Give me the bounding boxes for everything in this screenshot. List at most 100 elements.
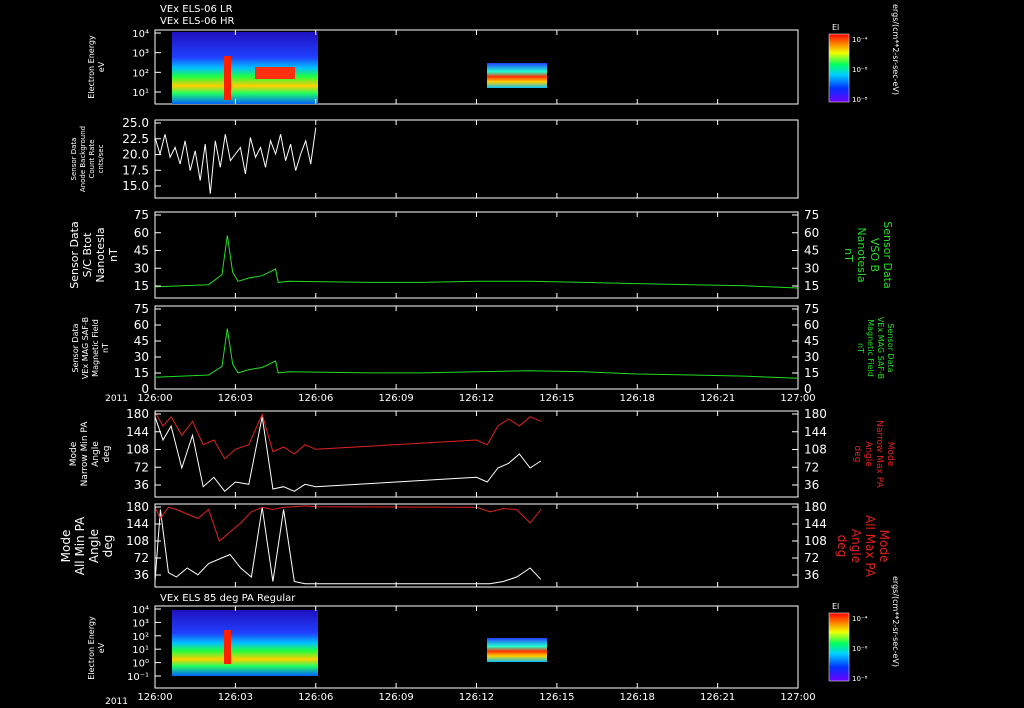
time-tick-label-1-9: 127:00 bbox=[780, 393, 815, 404]
time-tick-label-1-7: 126:18 bbox=[620, 393, 655, 404]
colorbar-top-title: El bbox=[832, 23, 839, 32]
p3-ytick-right-1: 75 bbox=[804, 208, 819, 222]
p5-ytick-4: 72 bbox=[134, 460, 149, 474]
p7-ytick-1: 10⁴ bbox=[132, 605, 149, 616]
spectrogram-1-block-a bbox=[172, 32, 318, 104]
panel-5-frame bbox=[154, 410, 799, 498]
panel-4-ylabel: Sensor Data VEx MAG SAF-B Magnetic Field… bbox=[71, 317, 110, 379]
p7-ytick-3: 10² bbox=[132, 632, 149, 643]
time-tick-label-1-4: 126:09 bbox=[379, 393, 414, 404]
panel-6-ylabel-line4: deg bbox=[101, 535, 115, 558]
p3-ytick-1: 75 bbox=[134, 208, 149, 222]
panel-5-right-ylabel-line2: Narrow Max PA bbox=[874, 420, 884, 488]
header-line2: VEx ELS-06 HR bbox=[160, 16, 235, 27]
p1-ytick-2: 10³ bbox=[132, 49, 149, 60]
panel-7-ylabel-line2: eV bbox=[97, 642, 106, 653]
panel-7-ylabel-line1: Electron Energy bbox=[87, 616, 96, 680]
panel-2-ylabel-line2: Anode Background bbox=[79, 126, 87, 192]
colorbar-bottom-units: ergs/(cm**2-sr-sec-eV) bbox=[891, 576, 900, 667]
header-line1: VEx ELS-06 LR bbox=[160, 4, 233, 15]
spectrogram-7-block-b bbox=[487, 638, 547, 662]
panel-4-right-ylabel-line1: Sensor Data bbox=[886, 323, 895, 372]
panel-2-ylabel: Sensor Data Anode Background Count Rate … bbox=[70, 126, 105, 192]
p6-ytick-4: 72 bbox=[134, 551, 149, 565]
time-tick-label-1-2: 126:03 bbox=[218, 393, 253, 404]
time-tick-label-2-4: 126:09 bbox=[379, 692, 414, 703]
panel-3-ylabel: Sensor Data S/C Btot Nanotesla nT bbox=[68, 221, 120, 288]
p1-ytick-1: 10⁴ bbox=[132, 29, 149, 40]
time-tick-label-1-1: 126:00 bbox=[137, 393, 172, 404]
spectrogram-1-band bbox=[255, 67, 295, 79]
time-tick-label-2-9: 127:00 bbox=[780, 692, 815, 703]
footer-label: VEx ELS 85 deg PA Regular bbox=[160, 593, 296, 604]
spectrogram-7-block-a bbox=[172, 610, 318, 676]
p6-ytick-right-4: 72 bbox=[804, 551, 819, 565]
p2-ytick-1: 25.0 bbox=[122, 116, 149, 130]
p6-series-1-line bbox=[154, 507, 542, 585]
panel-6-right-ylabel-line2: All Max PA bbox=[863, 515, 877, 578]
p3-ytick-right-4: 30 bbox=[804, 261, 819, 275]
p7-ytick-2: 10³ bbox=[132, 618, 149, 629]
panel-3-ylabel-line3: Nanotesla bbox=[94, 227, 107, 282]
time-tick-label-1-3: 126:06 bbox=[298, 393, 333, 404]
colorbar-top-scale bbox=[828, 33, 850, 103]
p6-ytick-right-1: 180 bbox=[804, 500, 827, 514]
colorbar-top-tick-1: 10⁻⁴ bbox=[852, 36, 868, 44]
p5-series-2-line bbox=[154, 411, 541, 460]
p4-ytick-right-2: 60 bbox=[804, 318, 819, 332]
p7-ytick-6: 10⁻¹ bbox=[127, 672, 149, 683]
p5-ytick-right-5: 36 bbox=[804, 478, 819, 492]
year-label-mid: 2011 bbox=[105, 394, 128, 404]
panel-5-right-ylabel-line3: Angle bbox=[863, 441, 873, 467]
colorbar-top-units: ergs/(cm**2-sr-sec-eV) bbox=[891, 4, 900, 95]
panel-4-right-ylabel-line3: Magnetic Field bbox=[866, 319, 875, 377]
colorbar-bottom: El 10⁻⁴ 10⁻⁶ 10⁻⁸ ergs/(cm**2-sr-sec-eV) bbox=[828, 576, 900, 683]
panel-3-ylabel-line4: nT bbox=[107, 248, 120, 262]
colorbar-bottom-tick-1: 10⁻⁴ bbox=[852, 615, 868, 623]
panel-3-right-ylabel-line1: Sensor Data bbox=[881, 221, 894, 288]
spectrogram-1 bbox=[172, 32, 547, 104]
panel-6-right-ylabel: Mode All Max PA Angle deg bbox=[835, 515, 891, 578]
time-tick-label-1-5: 126:12 bbox=[459, 393, 494, 404]
p2-series-1-line bbox=[154, 127, 317, 194]
spectrogram-1-block-b bbox=[487, 63, 547, 88]
panel-5-ylabel: Mode Narrow Min PA Angle deg bbox=[69, 421, 112, 487]
p3-ytick-2: 60 bbox=[134, 226, 149, 240]
panel-5-ylabel-line2: Narrow Min PA bbox=[80, 421, 90, 487]
panel-2-ylabel-line4: cnts/sec bbox=[97, 144, 105, 173]
colorbar-bottom-title: El bbox=[832, 602, 839, 611]
p6-ytick-1: 180 bbox=[126, 500, 149, 514]
p4-series-1-line bbox=[154, 328, 799, 379]
p3-ytick-right-5: 15 bbox=[804, 279, 819, 293]
panel-2-ylabel-line1: Sensor Data bbox=[70, 138, 78, 181]
colorbar-top-tick-3: 10⁻⁸ bbox=[852, 96, 868, 104]
p5-ytick-1: 180 bbox=[126, 407, 149, 421]
p6-ytick-right-2: 144 bbox=[804, 517, 827, 531]
p5-ytick-3: 108 bbox=[126, 443, 149, 457]
colorbar-top-tick-2: 10⁻⁶ bbox=[852, 66, 868, 74]
panel-4-right-ylabel-line2: VEx MAG SAF-B bbox=[876, 317, 885, 379]
p2-ytick-4: 17.5 bbox=[122, 163, 149, 177]
time-tick-label-2-2: 126:03 bbox=[218, 692, 253, 703]
p7-ytick-4: 10¹ bbox=[132, 645, 149, 656]
panel-6-ylabel-line1: Mode bbox=[59, 530, 73, 563]
panel-4-ylabel-line3: Magnetic Field bbox=[91, 319, 100, 377]
panel-5-right-ylabel-line1: Mode bbox=[885, 442, 895, 467]
spectrogram-7 bbox=[172, 610, 547, 676]
panel-6-right-ylabel-line4: deg bbox=[835, 535, 849, 558]
panel-4-right-ylabel: Sensor Data VEx MAG SAF-B Magnetic Field… bbox=[856, 317, 895, 379]
p3-ytick-4: 30 bbox=[134, 261, 149, 275]
panel-6-ylabel-line2: All Min PA bbox=[73, 516, 87, 575]
spectrogram-7-spike bbox=[224, 630, 231, 664]
panel-3-right-ylabel-line2: VSO B bbox=[868, 238, 881, 272]
panel-5-ylabel-line4: deg bbox=[102, 446, 112, 463]
colorbar-bottom-scale bbox=[828, 612, 850, 682]
panel-3-ylabel-line2: S/C Btot bbox=[81, 232, 94, 277]
year-label-bottom: 2011 bbox=[105, 697, 128, 707]
p5-series-1-line bbox=[154, 416, 542, 493]
panel-4-right-ylabel-line4: nT bbox=[856, 343, 865, 353]
p5-ytick-right-1: 180 bbox=[804, 407, 827, 421]
p4-ytick-right-1: 75 bbox=[804, 302, 819, 316]
panel-3-right-ylabel: Sensor Data VSO B Nanotesla nT bbox=[842, 221, 894, 288]
panel-1-ylabel-line1: Electron Energy bbox=[87, 35, 96, 99]
